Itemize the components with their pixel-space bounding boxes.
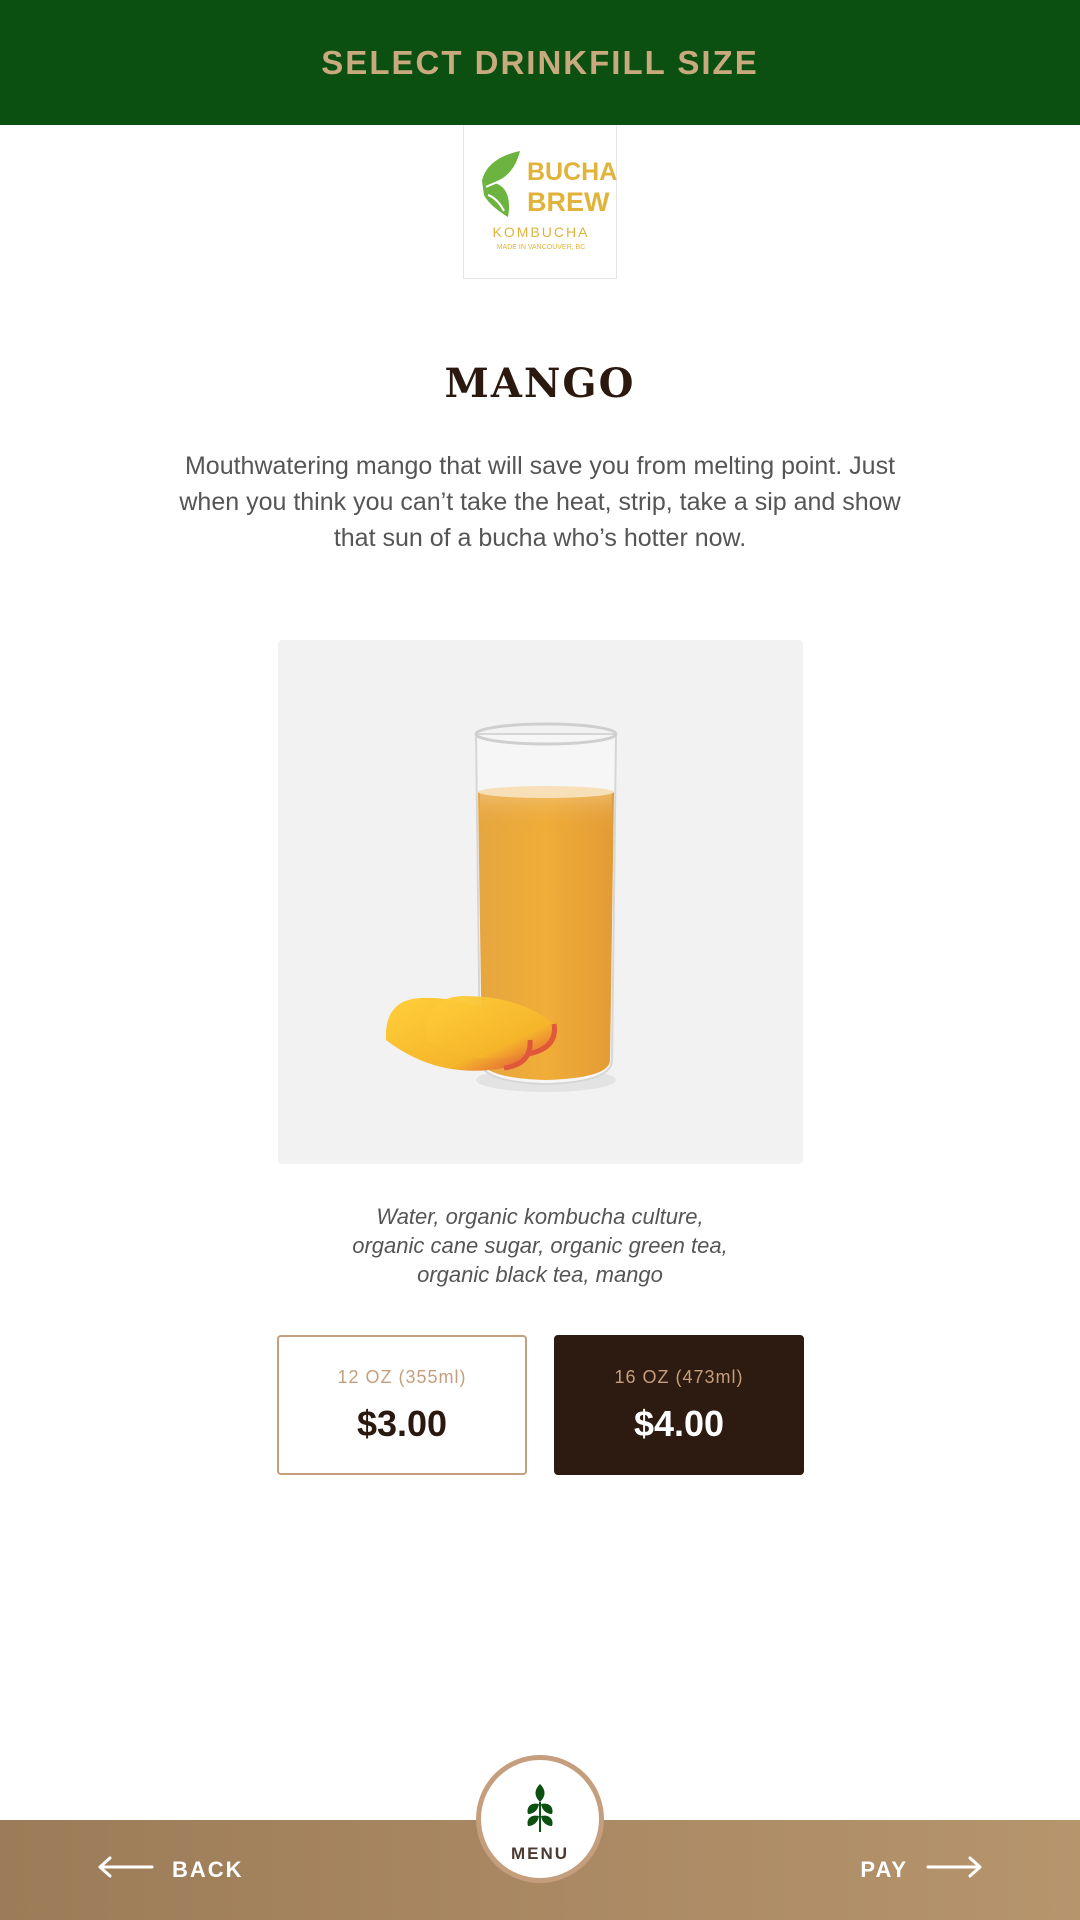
product-description: Mouthwatering mango that will save you f… [179,452,901,552]
arrow-right-icon [926,1856,982,1884]
bucha-brew-logo: BUCHA BREW KOMBUCHA MADE IN VANCOUVER, B… [482,151,617,251]
back-label: BACK [172,1857,244,1882]
pay-label: PAY [860,1857,908,1882]
logo-text-bucha: BUCHA [527,158,617,186]
logo-text-kombucha: KOMBUCHA [493,224,590,240]
logo-text-made-in: MADE IN VANCOUVER, BC [497,244,586,251]
ingredients-list: Water, organic kombucha culture, organic… [290,1202,790,1289]
menu-button[interactable]: MENU [476,1755,604,1883]
menu-label: MENU [510,1844,570,1863]
ingredients-line: organic cane sugar, organic green tea, [352,1233,728,1258]
ingredients-line: Water, organic kombucha culture, [376,1204,704,1229]
pay-button[interactable]: PAY [860,1850,982,1890]
page-title: SELECT DRINKFILL SIZE [321,43,759,81]
size-option-12oz[interactable]: 12 OZ (355ml) $3.00 [277,1335,527,1475]
leaf-icon [524,1782,556,1839]
brand-logo: BUCHA BREW KOMBUCHA MADE IN VANCOUVER, B… [463,125,617,279]
back-button[interactable]: BACK [98,1850,244,1890]
logo-text-brew: BREW [527,187,610,217]
header-bar: SELECT DRINKFILL SIZE [0,0,1080,125]
ingredients-line: organic black tea, mango [417,1262,663,1287]
size-price: $4.00 [633,1403,725,1444]
size-option-16oz[interactable]: 16 OZ (473ml) $4.00 [554,1335,804,1475]
size-price: $3.00 [356,1403,448,1444]
arrow-left-icon [98,1856,154,1884]
product-name: MANGO [444,360,636,407]
size-label: 16 OZ (473ml) [614,1367,744,1387]
size-label: 12 OZ (355ml) [337,1367,467,1387]
mango-drink-illustration [385,722,618,1092]
product-image [278,640,803,1164]
